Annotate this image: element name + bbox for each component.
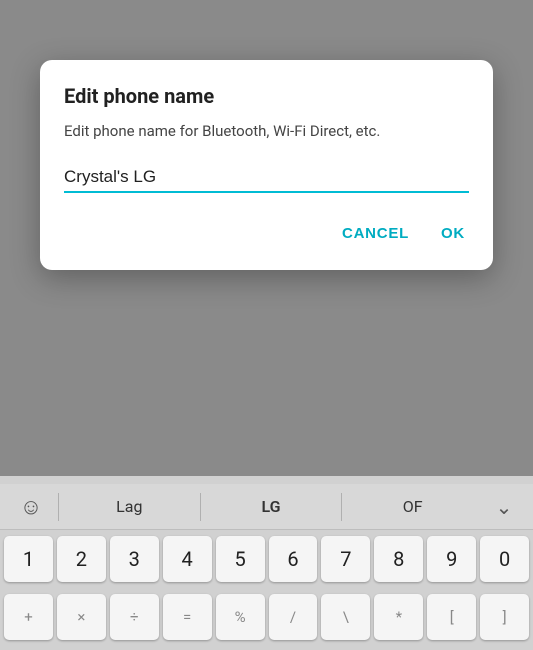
key-7[interactable]: 7 [321,536,370,582]
key-label: [ [450,610,454,625]
suggestions-row: ☺ Lag LG OF ⌄ [0,484,533,530]
dialog-actions: CANCEL OK [64,213,469,258]
key-symbol-%2F[interactable]: / [269,594,318,640]
key-9[interactable]: 9 [427,536,476,582]
emoji-button[interactable]: ☺ [6,494,56,520]
key-symbol-%C3%97[interactable]: × [57,594,106,640]
dialog-title: Edit phone name [64,84,469,108]
emoji-icon: ☺ [20,494,42,520]
key-label: % [235,610,246,625]
divider-mid [200,493,201,521]
number-row: 1 2 3 4 5 6 7 8 9 0 [0,530,533,588]
key-label: 0 [499,549,510,569]
suggestions-words: Lag LG OF [61,493,481,521]
key-label: ] [503,610,507,625]
suggestion-3[interactable]: OF [344,497,481,516]
key-label: 8 [393,549,404,569]
key-symbol-%5D[interactable]: ] [480,594,529,640]
key-label: * [396,610,402,625]
key-label: 9 [446,549,457,569]
key-label: 7 [340,549,351,569]
phone-name-input[interactable] [64,163,469,193]
dialog-description: Edit phone name for Bluetooth, Wi-Fi Dir… [64,120,469,143]
key-label: 1 [23,549,34,569]
key-3[interactable]: 3 [110,536,159,582]
key-label: 6 [287,549,298,569]
ok-button[interactable]: OK [437,217,469,250]
suggestion-1[interactable]: Lag [61,497,198,516]
key-label: / [290,610,296,625]
key-label: + [24,610,33,625]
key-label: ÷ [130,610,139,625]
key-2[interactable]: 2 [57,536,106,582]
key-symbol-%5B[interactable]: [ [427,594,476,640]
key-label: × [77,610,85,625]
cancel-button[interactable]: CANCEL [338,217,413,250]
key-symbol-%3D[interactable]: = [163,594,212,640]
suggestion-2[interactable]: LG [203,497,340,516]
divider-right [341,493,342,521]
key-symbol-%C3%B7[interactable]: ÷ [110,594,159,640]
chevron-down-icon: ⌄ [496,495,513,519]
key-4[interactable]: 4 [163,536,212,582]
key-6[interactable]: 6 [269,536,318,582]
edit-phone-name-dialog: Edit phone name Edit phone name for Blue… [40,60,493,270]
keyboard: ☺ Lag LG OF ⌄ 1 2 3 4 5 6 7 8 9 0 + × ÷ =% / \ * [] [0,476,533,650]
key-label: = [183,610,191,625]
key-symbol-%5C[interactable]: \ [321,594,370,640]
key-0[interactable]: 0 [480,536,529,582]
key-label: 5 [234,549,245,569]
key-symbol-%25[interactable]: % [216,594,265,640]
key-label: 3 [129,549,140,569]
key-label: 2 [76,549,87,569]
input-wrapper [64,163,469,193]
key-label: 4 [182,549,193,569]
symbol-row: + × ÷ =% / \ * [] [0,588,533,646]
key-label: \ [343,610,349,625]
expand-suggestions-button[interactable]: ⌄ [481,495,527,519]
key-symbol-*[interactable]: * [374,594,423,640]
key-1[interactable]: 1 [4,536,53,582]
key-8[interactable]: 8 [374,536,423,582]
key-5[interactable]: 5 [216,536,265,582]
key-symbol-%2B[interactable]: + [4,594,53,640]
divider-left [58,493,59,521]
